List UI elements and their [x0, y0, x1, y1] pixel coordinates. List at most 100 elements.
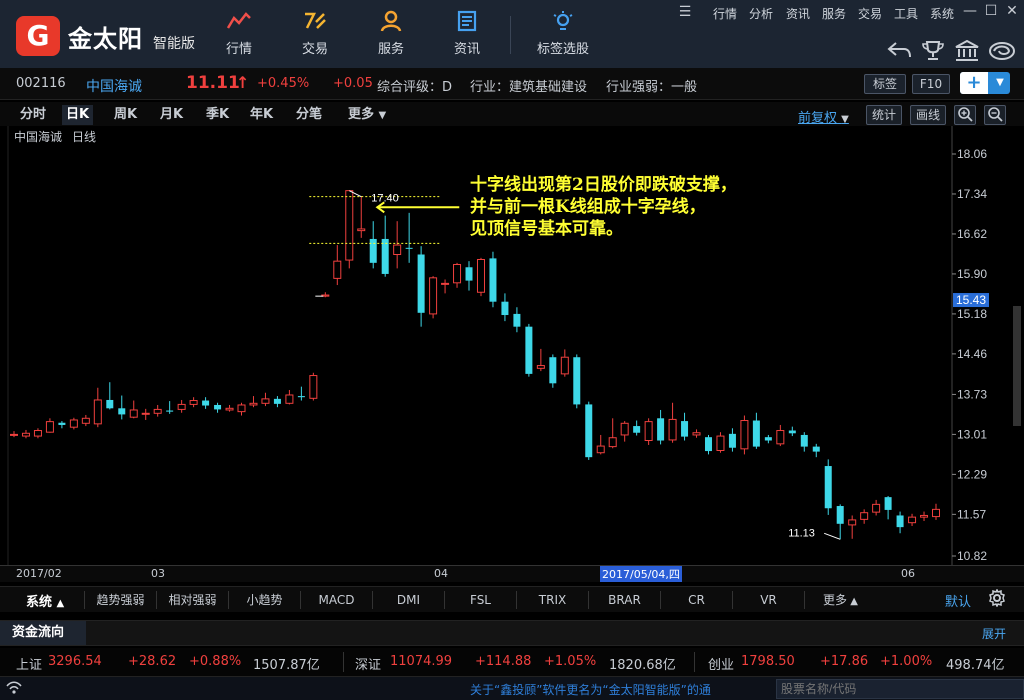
system-dropdown[interactable]: 系统 ▲: [26, 591, 64, 610]
indicator-macd[interactable]: MACD: [300, 591, 372, 609]
stock-name[interactable]: 中国海诚: [86, 76, 142, 96]
annotation-line-1: 十字线出现第2日股价即跌破支撑，: [470, 175, 737, 195]
settings-gear-icon[interactable]: [988, 588, 1006, 610]
stock-change: +0.05: [333, 76, 373, 91]
indicator-vr[interactable]: VR: [732, 591, 804, 609]
fund-flow-bar: 资金流向 展开: [0, 620, 1024, 646]
stat-button[interactable]: 统计: [866, 105, 902, 125]
menu-analysis[interactable]: 分析: [749, 5, 773, 22]
chevron-down-icon: ▼: [996, 77, 1004, 88]
indicator--0[interactable]: 趋势强弱: [84, 591, 156, 609]
chevron-up-icon: ▲: [847, 596, 858, 607]
nav-trade[interactable]: 交易: [282, 10, 348, 62]
news-ticker[interactable]: 关于“鑫投顾”软件更名为“金太阳智能版”的通: [470, 681, 711, 698]
nav-news[interactable]: 资讯: [434, 10, 500, 62]
index-value-sh: 3296.54: [48, 654, 102, 669]
default-button[interactable]: 默认: [945, 591, 971, 610]
candle-body: [573, 357, 581, 405]
tab-monthly-k[interactable]: 月K: [156, 105, 187, 125]
stock-search-input[interactable]: [777, 680, 987, 698]
low-price-label: 11.13: [788, 527, 815, 539]
minimize-icon[interactable]: —: [961, 2, 979, 20]
menu-trade[interactable]: 交易: [858, 5, 882, 22]
y-tick-label: 15.18: [957, 307, 987, 321]
indicator--10[interactable]: 更多 ▲: [804, 591, 876, 609]
candle-body: [620, 422, 629, 436]
add-watchlist-button[interactable]: + ▼: [960, 72, 1010, 94]
index-divider: [694, 652, 695, 672]
brand-edition: 智能版: [153, 36, 195, 52]
adjust-mode-dropdown[interactable]: 前复权 ▼: [798, 107, 849, 126]
candle-body: [93, 399, 102, 425]
indicator-brar[interactable]: BRAR: [588, 591, 660, 609]
candle-body: [920, 514, 929, 518]
y-tick-label: 10.82: [957, 549, 987, 563]
candle-body: [728, 433, 736, 448]
tab-intraday[interactable]: 分时: [16, 105, 50, 125]
swirl-logo-icon[interactable]: [988, 40, 1016, 67]
expand-button[interactable]: 展开: [982, 625, 1006, 642]
index-divider: [343, 652, 344, 672]
kline-chart-panel[interactable]: 中国海诚 日线 18.06 17.34 16.62 15.90 15.18 14.46 13…: [0, 126, 1024, 572]
stock-industry: 行业：建筑基础建设: [470, 80, 588, 95]
zoom-out-icon[interactable]: [984, 105, 1006, 125]
menu-market[interactable]: 行情: [713, 5, 737, 22]
y-tick-label: 16.62: [957, 227, 987, 241]
indicator--1[interactable]: 相对强弱: [156, 591, 228, 609]
y-tick-label: 15.90: [957, 267, 987, 281]
indicator--2[interactable]: 小趋势: [228, 591, 300, 609]
tab-daily-k[interactable]: 日K: [62, 105, 94, 125]
nav-market[interactable]: 行情: [206, 10, 272, 62]
indicator-fsl[interactable]: FSL: [444, 591, 516, 609]
high-price-label: 17.40: [371, 193, 399, 205]
stock-search-box[interactable]: [776, 679, 1024, 699]
tab-weekly-k[interactable]: 周K: [110, 105, 141, 125]
chevron-up-icon: ▲: [56, 598, 65, 609]
indicator-cr[interactable]: CR: [660, 591, 732, 609]
candle-body: [345, 190, 354, 261]
tag-button[interactable]: 标签: [864, 74, 906, 94]
tab-tick[interactable]: 分笔: [292, 105, 326, 125]
nav-tag-stock[interactable]: 标签选股: [526, 10, 600, 62]
candle-body: [704, 437, 712, 452]
bank-icon[interactable]: [954, 39, 980, 67]
trophy-icon[interactable]: [920, 40, 946, 67]
indicator-dmi[interactable]: DMI: [372, 591, 444, 609]
candle-body: [596, 445, 605, 454]
fund-flow-tab[interactable]: 资金流向: [0, 621, 86, 645]
candle-body: [585, 404, 593, 458]
chart-scrollbar[interactable]: [1013, 306, 1021, 426]
price-up-arrow-icon: ↑: [236, 73, 250, 92]
indicator-trix[interactable]: TRIX: [516, 591, 588, 609]
close-icon[interactable]: ✕: [1003, 2, 1021, 20]
index-bar: 上证 3296.54 +28.62 +0.88% 1507.87亿 深证 110…: [0, 648, 1024, 676]
y-tick-label: 12.29: [957, 467, 987, 481]
index-pct-sh: +0.88%: [189, 654, 242, 669]
back-icon[interactable]: [886, 40, 912, 65]
candle-body: [549, 357, 557, 384]
menu-list-icon[interactable]: ☰: [676, 3, 694, 21]
nav-service[interactable]: 服务: [358, 10, 424, 62]
menu-system[interactable]: 系统: [930, 5, 954, 22]
candle-body: [405, 247, 413, 249]
menu-service[interactable]: 服务: [822, 5, 846, 22]
tab-yearly-k[interactable]: 年K: [246, 105, 277, 125]
tab-quarterly-k[interactable]: 季K: [202, 105, 233, 125]
menu-news[interactable]: 资讯: [786, 5, 810, 22]
tab-more[interactable]: 更多 ▼: [344, 105, 390, 125]
app-window: { "app": {"logo_char": "G", "brand": "金太…: [0, 0, 1024, 700]
date-label-start: 2017/02: [16, 567, 62, 580]
candle-body: [932, 508, 940, 518]
low-pointer: [824, 532, 841, 540]
zoom-in-icon[interactable]: [954, 105, 976, 125]
candle-body: [465, 267, 473, 281]
candle-body: [812, 446, 820, 452]
candle-body: [657, 418, 665, 441]
indicator-bar: 系统 ▲ 趋势强弱 相对强弱 小趋势 MACD DMI FSL TRIX BRAR CR VR 更多…: [0, 586, 1024, 612]
candle-body: [69, 419, 78, 428]
menu-tools[interactable]: 工具: [894, 5, 918, 22]
app-logo: G: [16, 16, 60, 56]
f10-button[interactable]: F10: [912, 74, 950, 94]
maximize-icon[interactable]: ☐: [982, 2, 1000, 20]
draw-line-button[interactable]: 画线: [910, 105, 946, 125]
